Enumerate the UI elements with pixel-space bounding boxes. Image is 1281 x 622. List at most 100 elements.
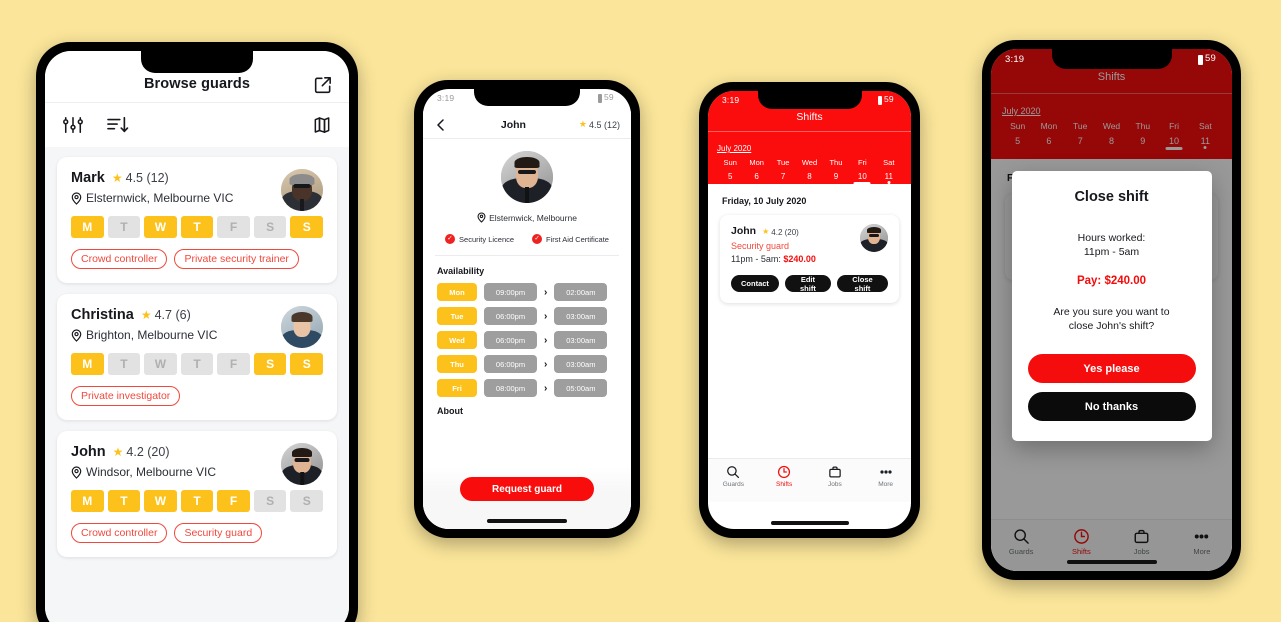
day-chip[interactable]: S: [253, 490, 287, 512]
availability-start[interactable]: 09:00pm: [484, 283, 537, 301]
day-chip[interactable]: S: [290, 216, 324, 238]
availability-row: Wed 06:00pm › 03:00am: [437, 331, 617, 349]
page-title: Browse guards: [143, 75, 251, 92]
status-time: 3:19: [722, 95, 740, 105]
browse-guards-toolbar: [45, 103, 349, 147]
calendar-day[interactable]: 8: [796, 172, 822, 184]
chevron-right-icon: ›: [544, 358, 548, 370]
availability-start[interactable]: 06:00pm: [484, 355, 537, 373]
guard-card[interactable]: Mark ★ 4.5 (12) Elsternwick, Melbourne V…: [57, 157, 337, 283]
availability-start[interactable]: 06:00pm: [484, 307, 537, 325]
availability-day[interactable]: Wed: [437, 331, 477, 349]
shift-time: 11pm - 5am: $240.00: [731, 254, 888, 264]
day-chip[interactable]: T: [107, 353, 141, 375]
availability-list: Mon 09:00pm › 02:00am Tue 06:00pm › 03:0…: [437, 283, 617, 397]
confirm-close-shift-button[interactable]: Yes please: [1027, 354, 1196, 384]
day-chip[interactable]: T: [180, 216, 214, 238]
availability-end[interactable]: 03:00am: [554, 355, 608, 373]
day-chip[interactable]: W: [144, 353, 177, 375]
chevron-left-icon[interactable]: [434, 118, 448, 132]
guard-tag[interactable]: Crowd controller: [71, 523, 168, 543]
day-chip[interactable]: F: [217, 216, 250, 238]
tab-more[interactable]: More: [860, 465, 911, 488]
calendar-day[interactable]: 5: [717, 172, 743, 184]
guard-tag[interactable]: Private security trainer: [174, 249, 299, 269]
battery-icon: [598, 94, 602, 103]
calendar-day[interactable]: 7: [770, 172, 796, 184]
sort-descending-icon[interactable]: [106, 115, 130, 135]
calendar-day[interactable]: 9: [823, 172, 849, 184]
availability-start[interactable]: 08:00pm: [484, 379, 537, 397]
day-chip[interactable]: F: [217, 490, 250, 512]
guard-card[interactable]: John ★ 4.2 (20) Windsor, Melbourne VIC M…: [57, 431, 337, 557]
filter-sliders-icon[interactable]: [62, 115, 84, 135]
availability-day[interactable]: Fri: [437, 379, 477, 397]
request-guard-button[interactable]: Request guard: [460, 477, 594, 501]
calendar-month[interactable]: July 2020: [717, 144, 751, 153]
availability-end[interactable]: 05:00am: [554, 379, 608, 397]
day-chip[interactable]: T: [180, 490, 214, 512]
availability-day[interactable]: Tue: [437, 307, 477, 325]
guards-list[interactable]: Mark ★ 4.5 (12) Elsternwick, Melbourne V…: [45, 147, 349, 622]
week-calendar[interactable]: July 2020 Sun Mon Tue Wed Thu Fri Sat 5 …: [708, 131, 911, 185]
hours-worked-label: Hours worked:: [1077, 232, 1146, 244]
guard-rating: ★ 4.5 (12): [112, 171, 169, 185]
contact-button[interactable]: Contact: [731, 275, 779, 292]
availability-end[interactable]: 03:00am: [554, 307, 608, 325]
guard-card[interactable]: Christina ★ 4.7 (6) Brighton, Melbourne …: [57, 294, 337, 420]
day-chip[interactable]: T: [180, 353, 214, 375]
certificate-item: ✓ Security Licence: [445, 234, 514, 244]
day-chip[interactable]: F: [217, 353, 250, 375]
shift-card[interactable]: John ★ 4.2 (20) Security guard 11pm - 5a…: [720, 215, 899, 303]
shift-actions: Contact Edit shift Close shift: [731, 275, 888, 293]
screen-guard-profile: 3:19 59 John ★ 4.5 (12) Elsternwick, Mel…: [423, 89, 631, 529]
calendar-day[interactable]: 11: [876, 172, 902, 184]
day-chip[interactable]: W: [144, 490, 177, 512]
profile-title: John: [500, 118, 526, 131]
availability-end[interactable]: 03:00am: [554, 331, 608, 349]
availability-start[interactable]: 06:00pm: [484, 331, 537, 349]
day-chip[interactable]: S: [253, 353, 287, 375]
availability-row: Fri 08:00pm › 05:00am: [437, 379, 617, 397]
shift-date-heading: Friday, 10 July 2020: [722, 196, 807, 206]
day-chip[interactable]: W: [144, 216, 177, 238]
clock-icon: [778, 465, 791, 479]
day-chip[interactable]: M: [71, 353, 104, 375]
device-notch: [757, 91, 862, 109]
day-chip[interactable]: S: [290, 353, 324, 375]
tab-guards[interactable]: Guards: [708, 465, 759, 488]
calendar-day-selected[interactable]: 10: [849, 172, 875, 185]
device-notch: [474, 89, 580, 106]
day-chip[interactable]: S: [290, 490, 324, 512]
phone-shifts: 3:19 5 9 Shifts July 2020 Sun Mon Tue Wed…: [699, 82, 920, 538]
tab-jobs[interactable]: Jobs: [810, 465, 861, 488]
close-shift-button[interactable]: Close shift: [836, 275, 888, 293]
avatar: [281, 443, 323, 485]
check-circle-icon: ✓: [445, 234, 456, 244]
day-chip[interactable]: S: [253, 216, 287, 238]
availability-day[interactable]: Mon: [437, 283, 477, 301]
map-icon[interactable]: [312, 115, 332, 135]
availability-day[interactable]: Thu: [437, 355, 477, 373]
search-icon: [727, 466, 740, 479]
availability-end[interactable]: 02:00am: [554, 283, 608, 301]
guard-tag[interactable]: Private investigator: [71, 386, 181, 406]
tab-shifts[interactable]: Shifts: [759, 465, 810, 488]
day-chip[interactable]: M: [71, 490, 104, 512]
calendar-day[interactable]: 6: [743, 172, 769, 184]
profile-rating-value: 4.5 (12): [588, 119, 620, 130]
tab-label: Jobs: [828, 481, 842, 488]
guard-tags: Private investigator: [71, 386, 323, 406]
compose-icon[interactable]: [313, 75, 333, 95]
guard-tag[interactable]: Security guard: [174, 523, 263, 543]
guard-name: Christina: [71, 307, 134, 323]
day-chip[interactable]: T: [107, 216, 141, 238]
star-icon: ★: [578, 119, 587, 129]
day-chip[interactable]: T: [107, 490, 141, 512]
edit-shift-button[interactable]: Edit shift: [784, 275, 831, 293]
home-indicator: [770, 521, 849, 525]
day-chip[interactable]: M: [71, 216, 104, 238]
guard-tag[interactable]: Crowd controller: [71, 249, 168, 269]
cancel-close-shift-button[interactable]: No thanks: [1027, 392, 1196, 422]
battery-percent: 59: [1205, 53, 1216, 64]
